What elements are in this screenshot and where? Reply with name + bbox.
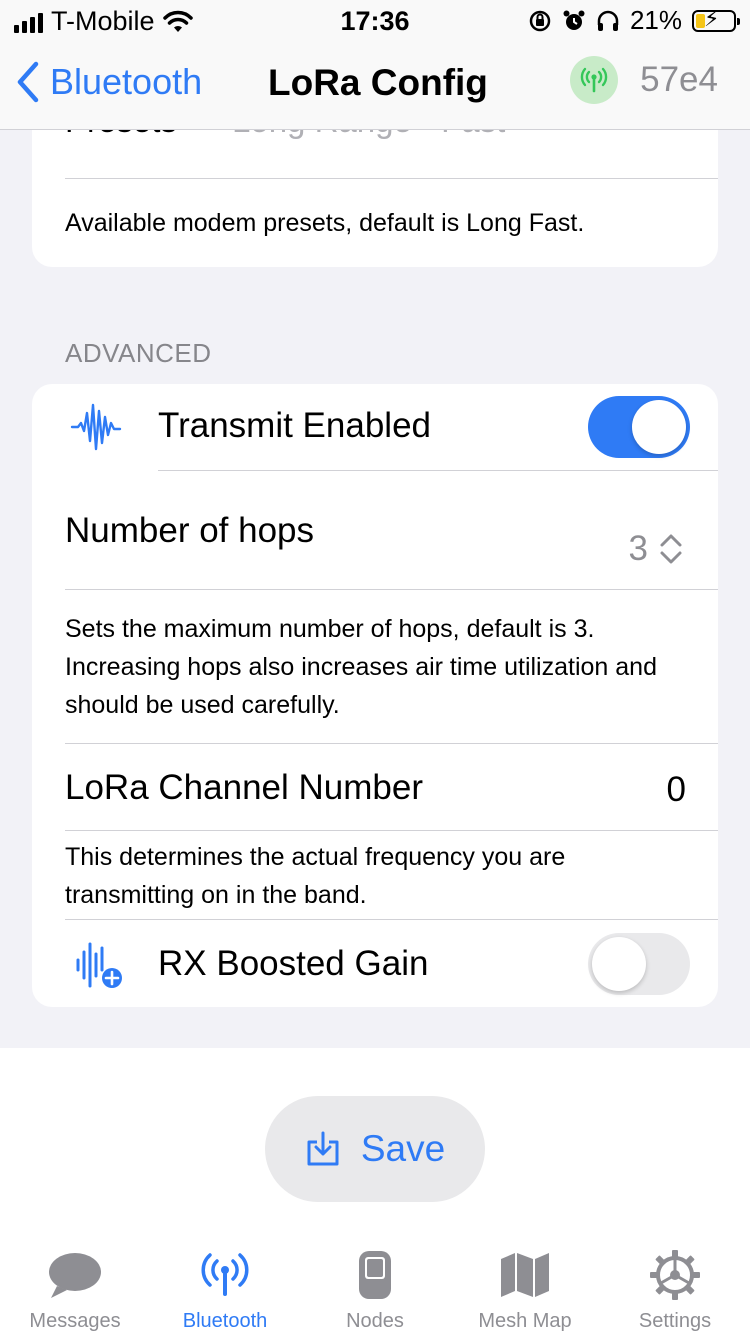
tab-messages[interactable]: Messages	[0, 1246, 150, 1333]
tab-mesh-map[interactable]: Mesh Map	[450, 1246, 600, 1333]
divider	[65, 178, 718, 179]
tab-label: Nodes	[346, 1310, 404, 1332]
presets-value[interactable]: Long Range - Fast	[232, 130, 505, 140]
save-label: Save	[360, 1128, 446, 1169]
tab-label: Settings	[638, 1310, 712, 1332]
orientation-lock-icon	[529, 10, 551, 31]
tab-nodes[interactable]: Nodes	[300, 1246, 450, 1333]
message-bubble-icon	[49, 1253, 101, 1298]
hops-caption: Sets the maximum number of hops, default…	[65, 615, 657, 719]
status-bar: T-Mobile 17:36 21% ⚡	[0, 0, 750, 42]
section-header-advanced: ADVANCED	[65, 338, 212, 368]
navigation-bar: Bluetooth LoRa Config 57e4	[0, 42, 750, 130]
map-icon	[501, 1253, 549, 1297]
transmit-enabled-label: Transmit Enabled	[158, 406, 431, 445]
hops-label: Number of hops	[65, 511, 315, 550]
headphones-icon	[597, 10, 619, 31]
presets-caption: Available modem presets, default is Long…	[65, 209, 585, 237]
divider	[65, 589, 718, 590]
device-icon	[359, 1251, 391, 1299]
tab-label: Messages	[29, 1310, 121, 1332]
back-label: Bluetooth	[50, 61, 203, 102]
presets-card: Presets Long Range - Fast Available mode…	[32, 130, 718, 267]
divider	[65, 743, 718, 744]
tab-bluetooth[interactable]: Bluetooth	[150, 1246, 300, 1333]
page-title: LoRa Config	[268, 62, 488, 103]
rx-boosted-gain-toggle[interactable]	[588, 933, 690, 995]
presets-label: Presets	[65, 130, 177, 140]
save-button[interactable]: Save	[265, 1096, 485, 1202]
battery-percent: 21%	[629, 5, 682, 35]
save-area: Save	[0, 1048, 750, 1240]
connected-node[interactable]: 57e4	[570, 56, 718, 104]
transmit-enabled-toggle[interactable]	[588, 396, 690, 458]
status-right: 21% ⚡	[528, 5, 740, 36]
connected-antenna-icon	[570, 56, 619, 104]
gear-icon	[650, 1250, 700, 1300]
chevron-up-down-icon	[660, 534, 682, 564]
battery-charging-icon: ⚡	[692, 7, 740, 32]
divider	[65, 830, 718, 831]
advanced-card: Transmit Enabled Number of hops 3 Sets t…	[32, 384, 718, 1007]
tab-settings[interactable]: Settings	[600, 1246, 750, 1333]
waveform-icon	[70, 403, 122, 451]
node-id: 57e4	[640, 60, 718, 99]
tab-label: Mesh Map	[478, 1310, 572, 1332]
tab-bar: Messages Bluetooth Nodes Mesh Map Settin…	[0, 1240, 750, 1334]
rx-boosted-gain-label: RX Boosted Gain	[158, 944, 429, 983]
divider	[158, 470, 718, 471]
channel-number-value[interactable]: 0	[667, 770, 686, 810]
antenna-icon	[201, 1253, 249, 1296]
channel-caption: This determines the actual frequency you…	[65, 843, 566, 909]
hops-value: 3	[628, 529, 648, 568]
scroll-content[interactable]: Presets Long Range - Fast Available mode…	[0, 130, 750, 1048]
hops-picker[interactable]: 3	[629, 529, 684, 569]
channel-number-label: LoRa Channel Number	[65, 768, 423, 807]
chevron-left-icon	[17, 61, 39, 103]
alarm-icon	[563, 10, 585, 30]
save-tray-icon	[307, 1131, 339, 1166]
divider	[65, 919, 718, 920]
tab-label: Bluetooth	[182, 1310, 268, 1332]
waveform-plus-icon	[76, 942, 122, 988]
back-button[interactable]: Bluetooth	[14, 60, 202, 104]
